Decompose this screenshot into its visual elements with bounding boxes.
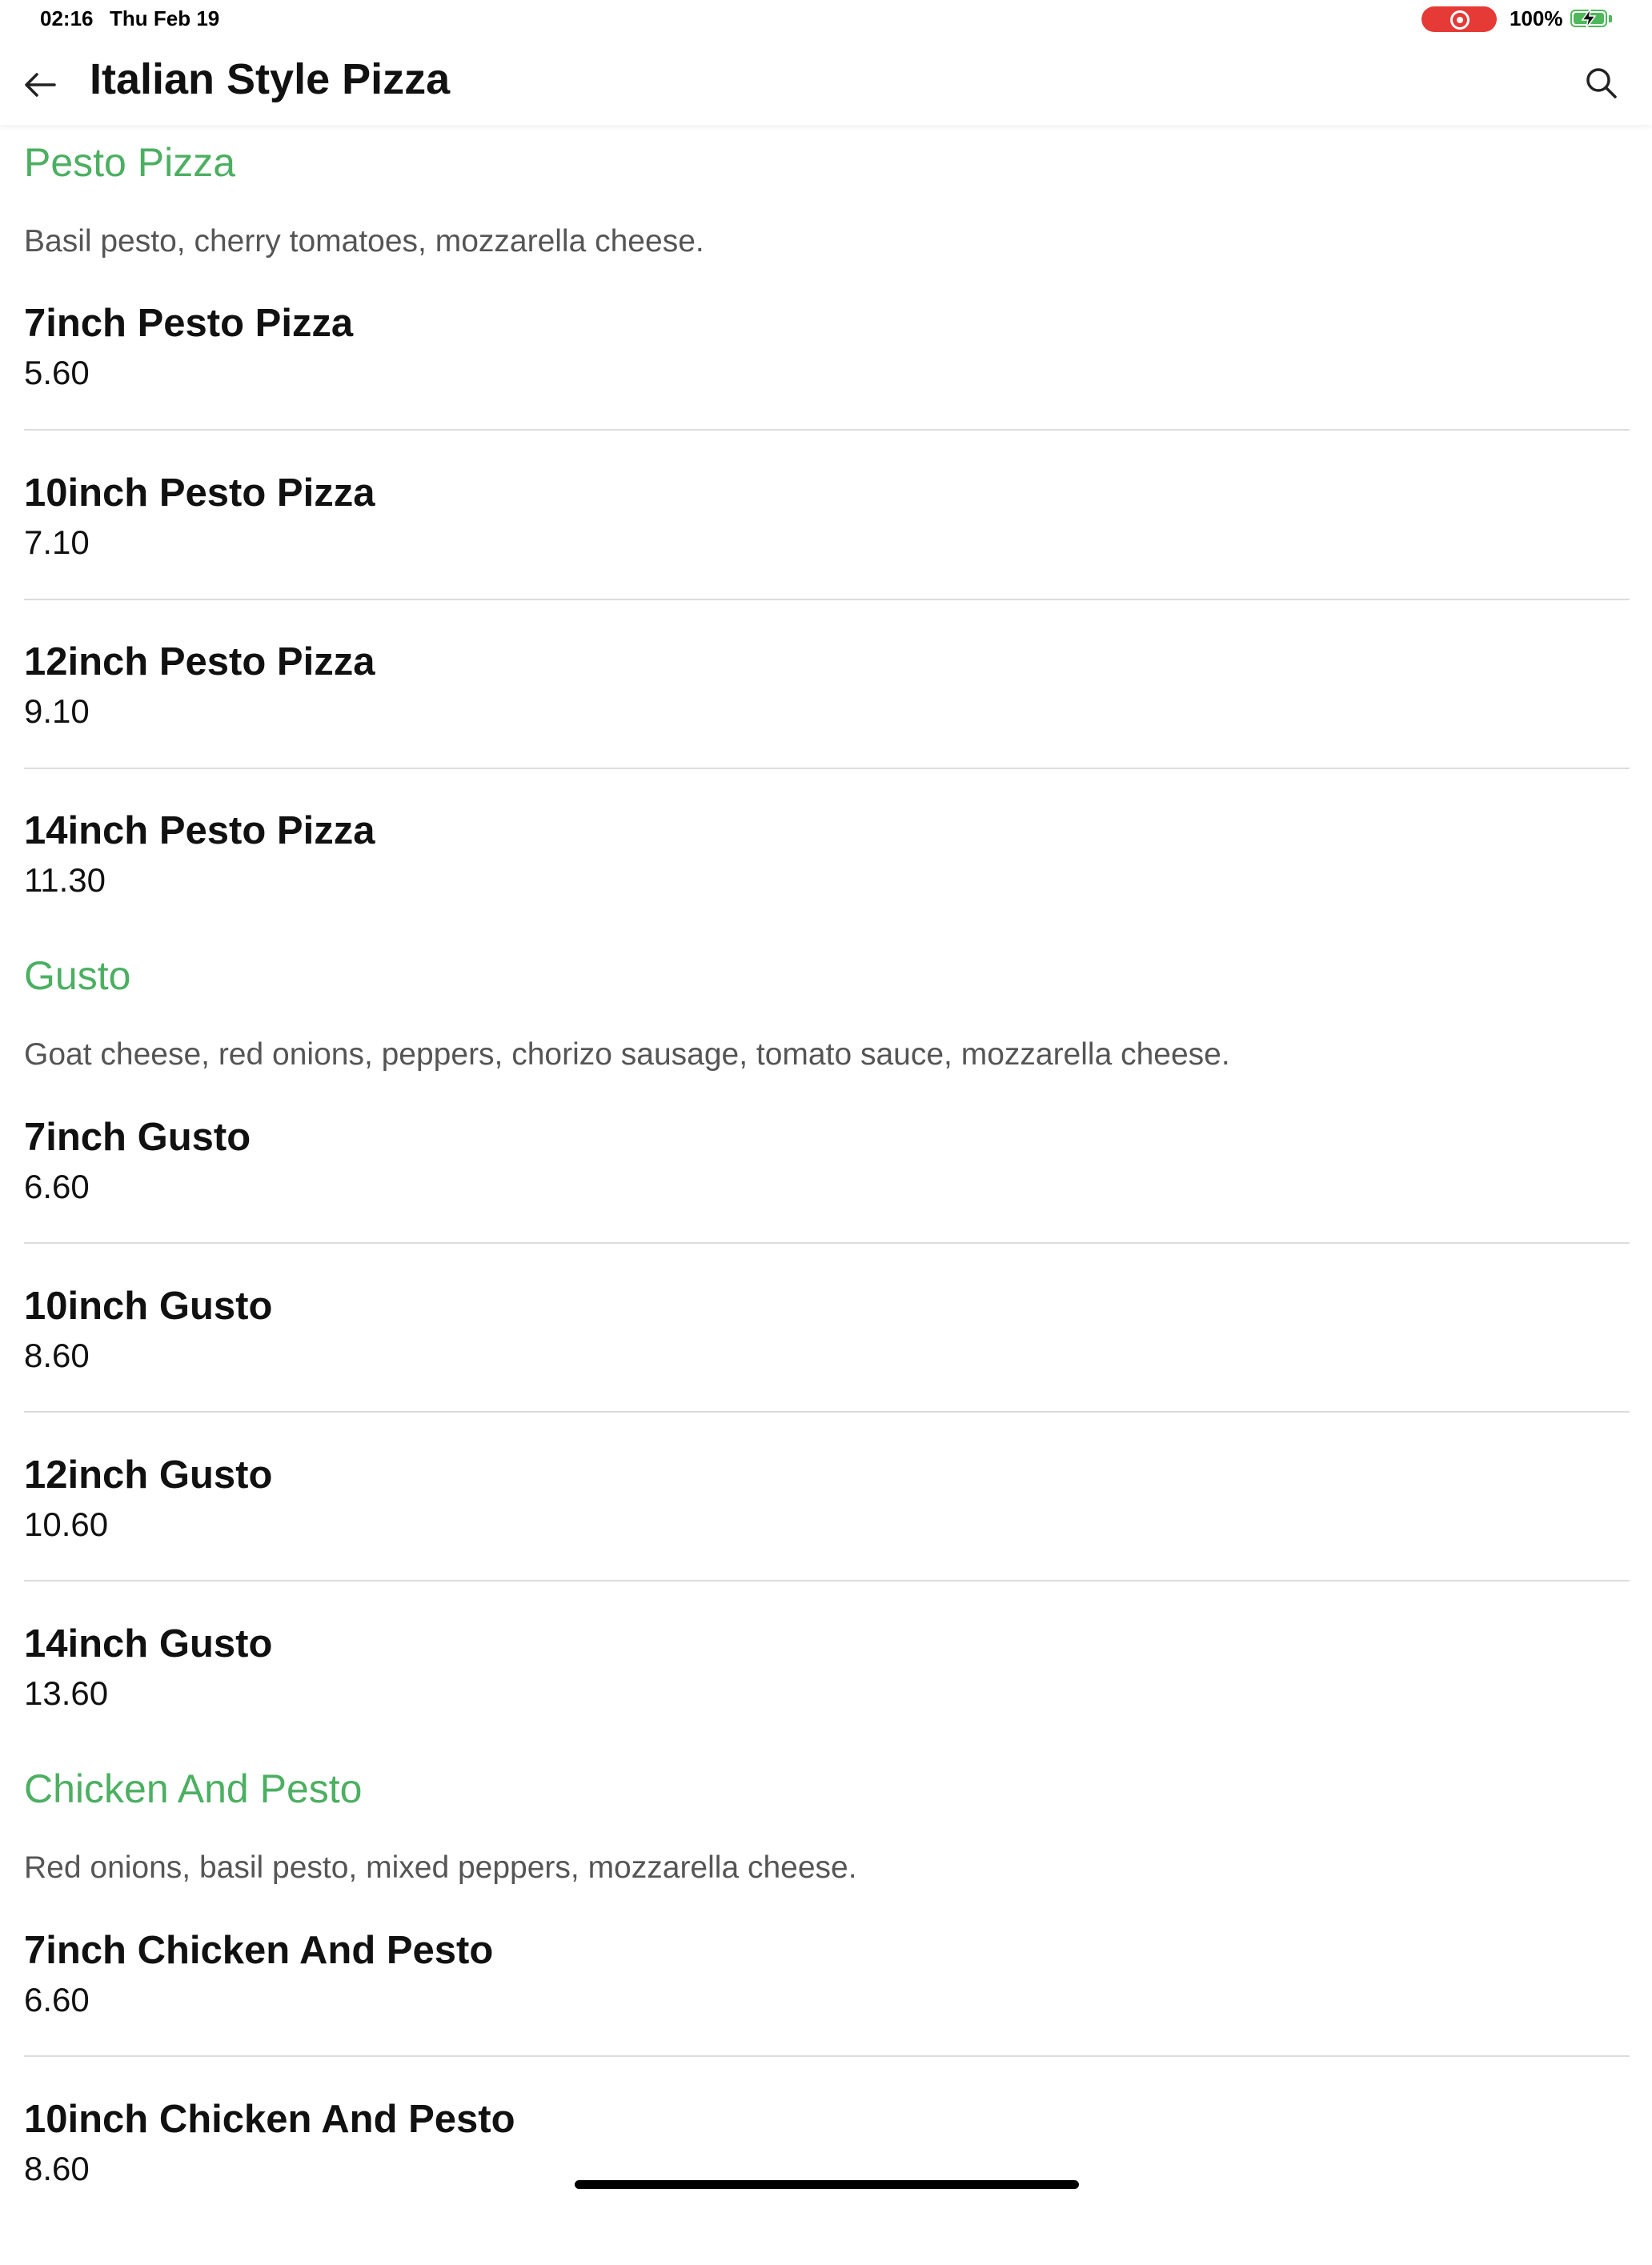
divider (24, 1242, 1630, 1244)
menu-item[interactable]: 10inch Gusto 8.60 (24, 1284, 1630, 1452)
divider (24, 1411, 1630, 1413)
menu-item[interactable]: 7inch Pesto Pizza 5.60 (24, 301, 1630, 469)
divider (24, 2055, 1630, 2057)
item-price: 7.10 (24, 523, 90, 561)
page-title: Italian Style Pizza (90, 55, 451, 103)
section-description: Goat cheese, red onions, peppers, choriz… (24, 1037, 1230, 1072)
menu-item[interactable]: 10inch Pesto Pizza 7.10 (24, 471, 1630, 639)
section-header: Chicken And Pesto (24, 1766, 363, 1811)
item-price: 8.60 (24, 2150, 90, 2187)
battery-nub (1609, 15, 1612, 22)
item-name: 10inch Chicken And Pesto (24, 2098, 515, 2141)
menu-item[interactable]: 7inch Chicken And Pesto 6.60 (24, 1928, 1630, 2096)
arrow-left-icon (25, 73, 56, 97)
menu-item[interactable]: 12inch Gusto 10.60 (24, 1453, 1630, 1621)
section-header: Gusto (24, 953, 131, 998)
item-price: 9.10 (24, 692, 90, 730)
section-header: Pesto Pizza (24, 140, 236, 185)
back-button[interactable] (18, 62, 62, 107)
item-price: 13.60 (24, 1674, 109, 1712)
item-price: 5.60 (24, 354, 90, 391)
menu-item[interactable]: 14inch Pesto Pizza 11.30 (24, 808, 1630, 976)
item-price: 6.60 (24, 1168, 90, 1205)
status-time: 02:16 (40, 6, 94, 30)
item-name: 7inch Chicken And Pesto (24, 1929, 494, 1972)
menu-item[interactable]: 7inch Gusto 6.60 (24, 1115, 1630, 1283)
item-name: 14inch Gusto (24, 1622, 273, 1666)
menu-item[interactable]: 12inch Pesto Pizza 9.10 (24, 639, 1630, 808)
battery-percentage: 100% (1510, 6, 1563, 30)
app-bar: Italian Style Pizza (0, 38, 1652, 125)
item-name: 10inch Pesto Pizza (24, 471, 375, 515)
item-price: 10.60 (24, 1505, 109, 1543)
search-button[interactable] (1581, 62, 1622, 104)
menu-item[interactable]: 14inch Gusto 13.60 (24, 1622, 1630, 1790)
item-price: 11.30 (24, 861, 106, 899)
item-price: 6.60 (24, 1981, 90, 2018)
item-name: 14inch Pesto Pizza (24, 809, 375, 852)
item-name: 10inch Gusto (24, 1285, 273, 1328)
status-bar: 02:16 Thu Feb 19 100% (0, 0, 1652, 38)
divider (24, 599, 1630, 600)
battery-icon (1570, 8, 1607, 29)
search-icon (1586, 68, 1617, 98)
item-price: 8.60 (24, 1337, 90, 1374)
home-indicator[interactable] (575, 2180, 1079, 2189)
section-description: Basil pesto, cherry tomatoes, mozzarella… (24, 224, 704, 259)
record-icon (1450, 10, 1470, 30)
divider (24, 768, 1630, 769)
item-name: 7inch Gusto (24, 1116, 251, 1159)
section-description: Red onions, basil pesto, mixed peppers, … (24, 1850, 857, 1885)
item-name: 12inch Gusto (24, 1453, 273, 1497)
screen-recording-indicator[interactable] (1421, 6, 1497, 32)
divider (24, 1580, 1630, 1581)
divider (24, 429, 1630, 431)
status-date: Thu Feb 19 (110, 6, 220, 30)
charging-bolt-icon (1581, 8, 1597, 29)
item-name: 12inch Pesto Pizza (24, 640, 375, 684)
item-name: 7inch Pesto Pizza (24, 302, 354, 345)
